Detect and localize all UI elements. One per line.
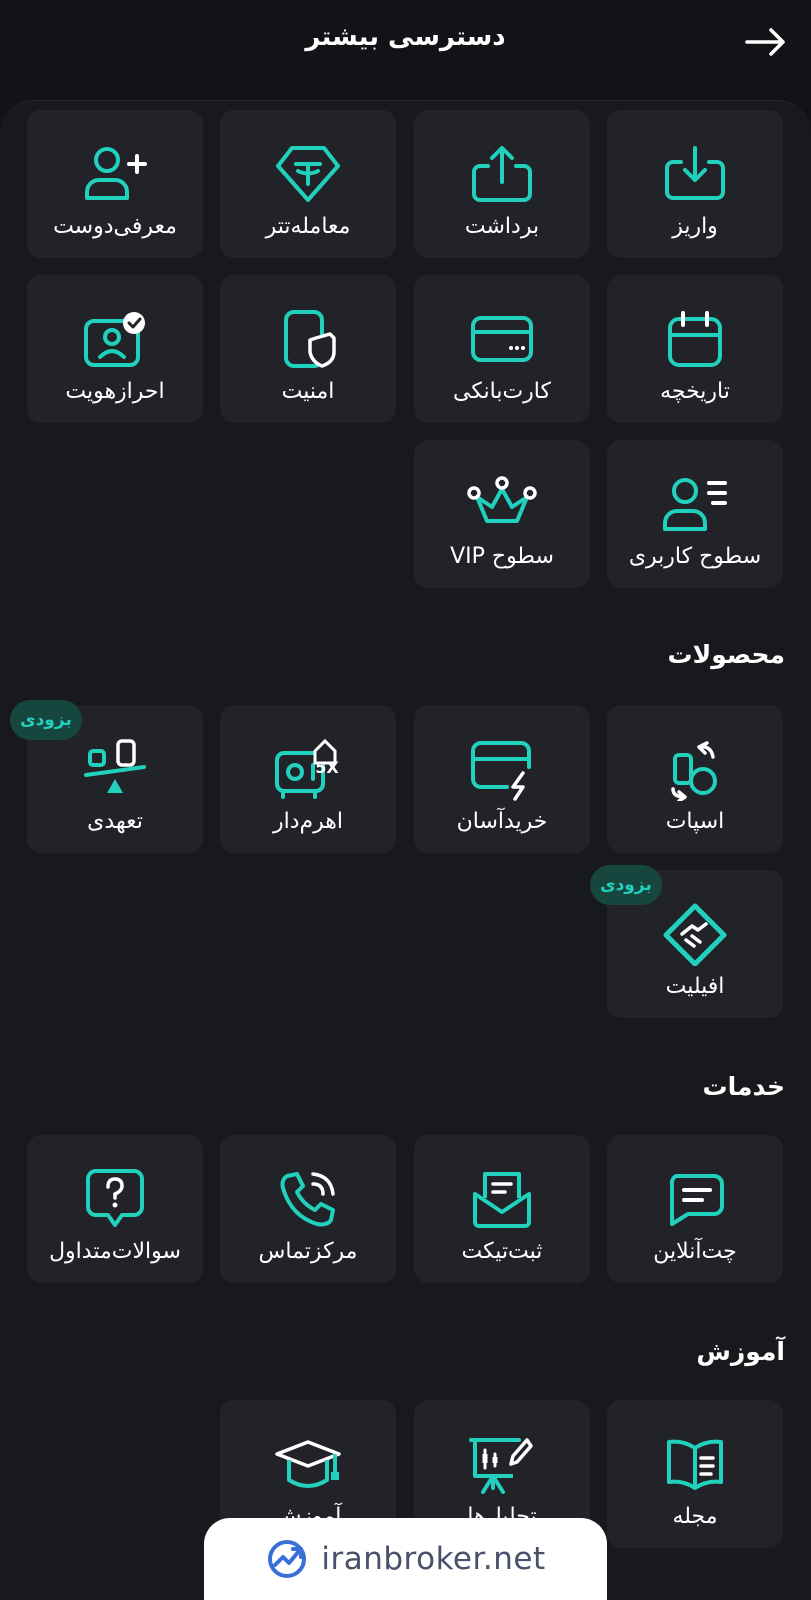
tile-easy-buy[interactable]: خریدآسان [414, 705, 590, 853]
tile-label: اهرم‌دار [272, 809, 343, 834]
section-title-services: خدمات [702, 1072, 785, 1101]
tile-label: کارت‌بانکی [453, 379, 551, 404]
tile-tether-trade[interactable]: معامله‌تتر [220, 110, 396, 258]
back-button[interactable] [743, 22, 789, 62]
tile-bank-card[interactable]: کارت‌بانکی [414, 275, 590, 423]
tile-label: سوالات‌متداول [49, 1239, 181, 1264]
deposit-icon [659, 138, 731, 210]
tile-invite-friend[interactable]: معرفی‌دوست [27, 110, 203, 258]
tile-deposit[interactable]: واریز [607, 110, 783, 258]
tile-online-chat[interactable]: چت‌آنلاین [607, 1135, 783, 1283]
chat-icon [659, 1163, 731, 1235]
tile-security[interactable]: امنیت [220, 275, 396, 423]
tile-history[interactable]: تاریخچه [607, 275, 783, 423]
header: دسترسی بیشتر [0, 0, 811, 100]
watermark-text: iranbroker.net [321, 1541, 546, 1577]
leverage-icon: 5X [272, 733, 344, 805]
coming-soon-badge: بزودی [590, 865, 662, 905]
ticket-icon [466, 1163, 538, 1235]
affiliate-icon [659, 898, 731, 970]
tile-label: احرازهویت [65, 379, 165, 404]
calendar-icon [659, 303, 731, 375]
tile-label: تعهدی [87, 809, 143, 834]
section-title-education: آموزش [696, 1337, 785, 1366]
user-levels-icon [659, 468, 731, 540]
iranbroker-logo-icon [265, 1537, 309, 1581]
graduation-cap-icon [272, 1428, 344, 1500]
tether-icon [272, 138, 344, 210]
arrow-right-icon [745, 27, 787, 57]
tile-label: برداشت [464, 214, 540, 239]
tile-label: افیلیت [665, 974, 725, 999]
tile-submit-ticket[interactable]: ثبت‌تیکت [414, 1135, 590, 1283]
analysis-icon [466, 1428, 538, 1500]
tile-label: معرفی‌دوست [53, 214, 177, 239]
tile-withdraw[interactable]: برداشت [414, 110, 590, 258]
spot-icon [659, 733, 731, 805]
tile-label: خریدآسان [456, 809, 548, 834]
tile-label: سطوح VIP [450, 544, 554, 569]
tile-label: اسپات [665, 809, 725, 834]
tile-vip-levels[interactable]: سطوح VIP [414, 440, 590, 588]
watermark-banner: iranbroker.net [204, 1518, 607, 1600]
crown-icon [466, 468, 538, 540]
page-title: دسترسی بیشتر [305, 22, 506, 52]
tile-label: سطوح کاربری [628, 544, 762, 569]
tile-label: تاریخچه [660, 379, 730, 404]
tile-label: مرکزتماس [258, 1239, 358, 1264]
bank-card-icon [466, 303, 538, 375]
tile-label: مجله [672, 1504, 718, 1529]
tile-label: امنیت [281, 379, 335, 404]
invite-friend-icon [79, 138, 151, 210]
tile-identity[interactable]: احرازهویت [27, 275, 203, 423]
commitment-icon [79, 733, 151, 805]
coming-soon-badge: بزودی [10, 700, 82, 740]
tile-contact-center[interactable]: مرکزتماس [220, 1135, 396, 1283]
tile-leverage[interactable]: 5X اهرم‌دار [220, 705, 396, 853]
identity-verify-icon [79, 303, 151, 375]
tile-magazine[interactable]: مجله [607, 1400, 783, 1548]
tile-label: چت‌آنلاین [653, 1239, 737, 1264]
easy-buy-icon [466, 733, 538, 805]
security-icon [272, 303, 344, 375]
phone-icon [272, 1163, 344, 1235]
svg-text:5X: 5X [315, 758, 339, 777]
faq-icon [79, 1163, 151, 1235]
tile-label: ثبت‌تیکت [461, 1239, 543, 1264]
tile-label: معامله‌تتر [265, 214, 351, 239]
magazine-icon [659, 1428, 731, 1500]
tile-spot[interactable]: اسپات [607, 705, 783, 853]
section-title-products: محصولات [667, 640, 785, 669]
tile-label: واریز [672, 214, 718, 239]
tile-user-levels[interactable]: سطوح کاربری [607, 440, 783, 588]
withdraw-icon [466, 138, 538, 210]
tile-faq[interactable]: سوالات‌متداول [27, 1135, 203, 1283]
